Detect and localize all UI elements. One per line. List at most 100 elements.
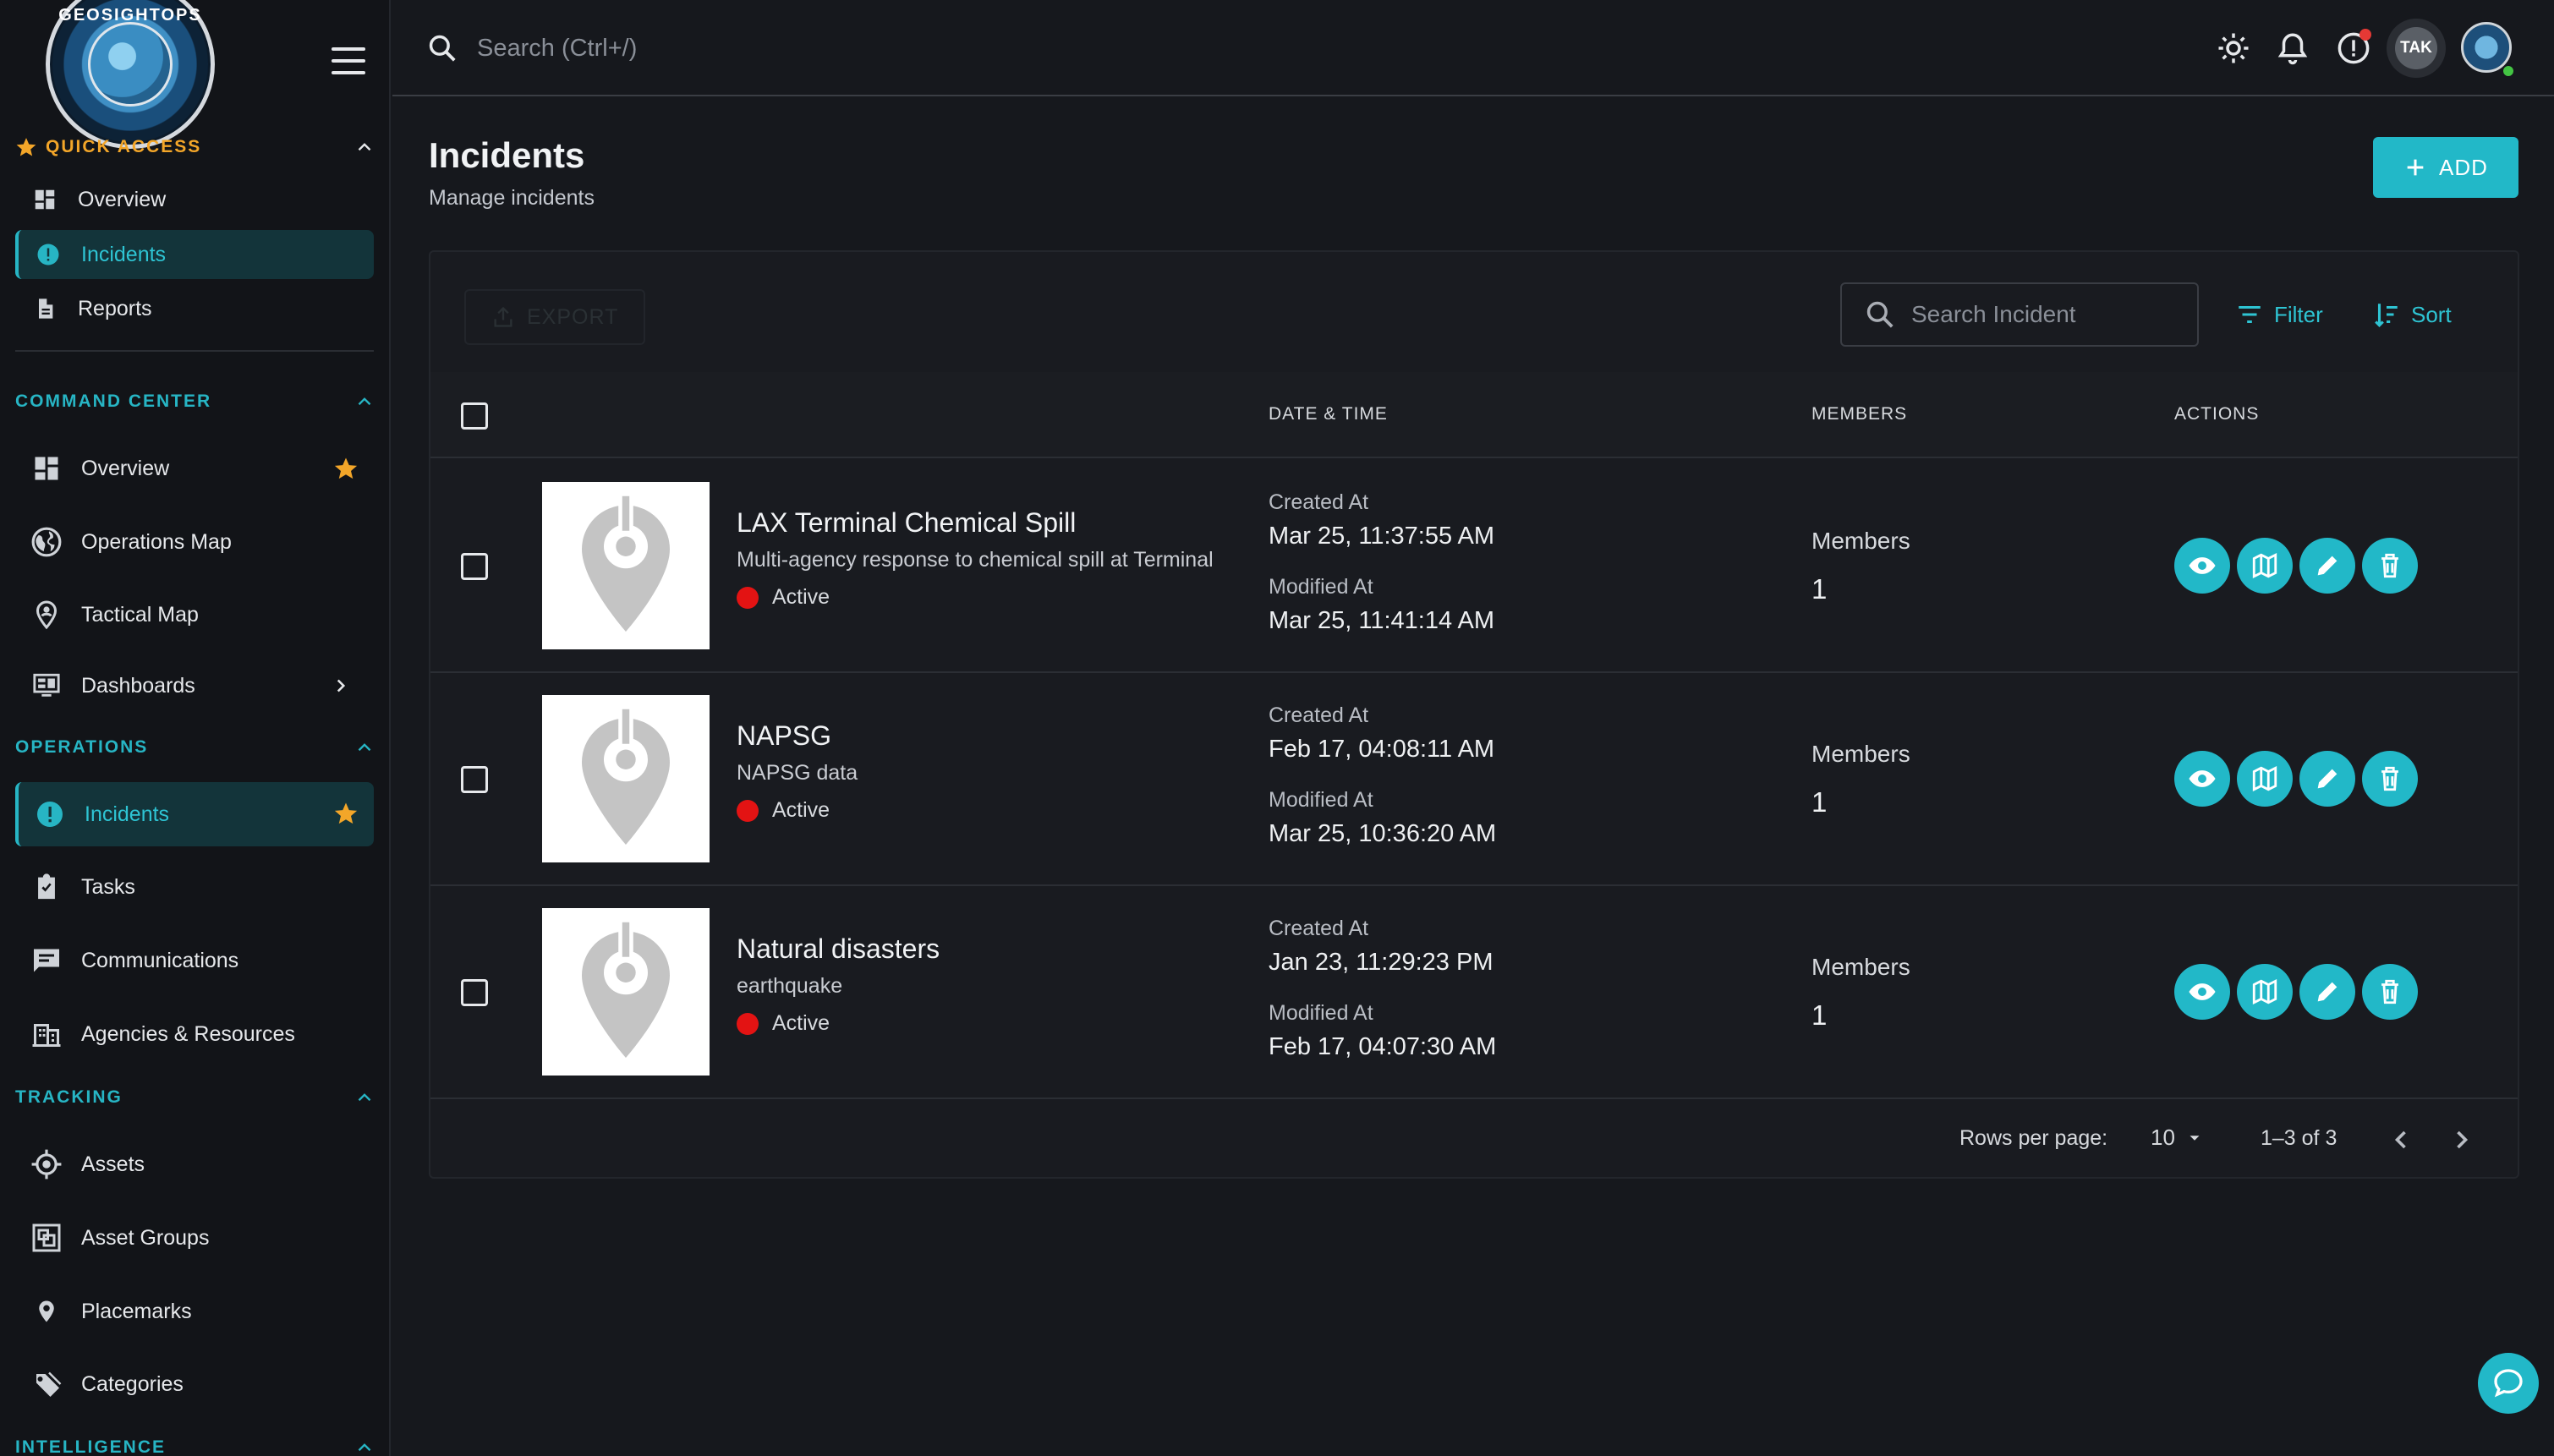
incident-icon bbox=[32, 238, 64, 271]
sidebar-item-assets[interactable]: Assets bbox=[15, 1140, 374, 1189]
delete-button[interactable] bbox=[2362, 751, 2418, 807]
view-button[interactable] bbox=[2174, 538, 2230, 594]
plus-icon bbox=[2407, 159, 2424, 176]
table-row[interactable]: Natural disasters earthquake Active Crea… bbox=[430, 886, 2518, 1099]
section-title: INTELLIGENCE bbox=[15, 1437, 167, 1456]
incident-search-box[interactable] bbox=[1840, 282, 2199, 347]
section-command-center[interactable]: COMMAND CENTER bbox=[15, 386, 375, 417]
previous-page-icon[interactable] bbox=[2386, 1125, 2416, 1155]
section-operations[interactable]: OPERATIONS bbox=[15, 732, 375, 763]
sidebar-item-operations-map[interactable]: Operations Map bbox=[15, 517, 374, 567]
edit-button[interactable] bbox=[2299, 538, 2355, 594]
global-search-input[interactable] bbox=[477, 25, 1069, 71]
row-checkbox[interactable] bbox=[461, 766, 488, 793]
edit-button[interactable] bbox=[2299, 751, 2355, 807]
page-title: Incidents bbox=[429, 135, 585, 175]
section-quick-access[interactable]: QUICK ACCESS bbox=[15, 132, 375, 162]
rows-per-page-value: 10 bbox=[2151, 1125, 2175, 1150]
notifications-bell-icon[interactable] bbox=[2275, 30, 2310, 66]
sidebar-item-tasks[interactable]: Tasks bbox=[15, 862, 374, 911]
filter-button[interactable]: Filter bbox=[2235, 294, 2323, 335]
tag-icon bbox=[29, 1366, 64, 1402]
sidebar-item-dashboards[interactable]: Dashboards bbox=[15, 661, 374, 710]
favorite-star-icon[interactable] bbox=[333, 801, 359, 826]
pencil-icon bbox=[2317, 769, 2338, 789]
sidebar-item-overview[interactable]: Overview bbox=[15, 444, 374, 493]
incident-status: Active bbox=[737, 1011, 830, 1036]
delete-button[interactable] bbox=[2362, 538, 2418, 594]
view-button[interactable] bbox=[2174, 964, 2230, 1020]
modified-value: Mar 25, 10:36:20 AM bbox=[1269, 820, 1497, 847]
app-logo[interactable]: GEOSIGHTOPS bbox=[46, 0, 215, 149]
sidebar-item-categories[interactable]: Categories bbox=[15, 1360, 374, 1409]
incident-search-input[interactable] bbox=[1911, 301, 2182, 328]
sidebar-item-asset-groups[interactable]: Asset Groups bbox=[15, 1213, 374, 1262]
chevron-up-icon[interactable] bbox=[354, 736, 375, 758]
delete-button[interactable] bbox=[2362, 964, 2418, 1020]
members-count: 1 bbox=[1811, 999, 1828, 1031]
status-label: Active bbox=[772, 1011, 830, 1035]
sort-icon bbox=[2375, 304, 2398, 327]
created-label: Created At bbox=[1269, 703, 1369, 727]
section-intelligence[interactable]: INTELLIGENCE bbox=[15, 1432, 375, 1456]
sidebar-item-placemarks[interactable]: Placemarks bbox=[15, 1287, 374, 1336]
trash-icon bbox=[2381, 979, 2398, 1004]
map-icon bbox=[2252, 552, 2277, 579]
incident-title[interactable]: NAPSG bbox=[737, 720, 831, 752]
sidebar-item-tactical-map[interactable]: Tactical Map bbox=[15, 590, 374, 639]
sidebar-item-quick-incidents[interactable]: Incidents bbox=[15, 230, 374, 279]
map-button[interactable] bbox=[2237, 964, 2293, 1020]
incident-title[interactable]: LAX Terminal Chemical Spill bbox=[737, 507, 1076, 539]
incident-description: earthquake bbox=[737, 974, 843, 998]
sidebar-item-label: Tactical Map bbox=[81, 602, 199, 627]
add-button-label: ADD bbox=[2439, 154, 2488, 180]
sidebar-item-label: Incidents bbox=[81, 242, 167, 266]
favorite-star-icon[interactable] bbox=[333, 456, 359, 481]
incident-title[interactable]: Natural disasters bbox=[737, 933, 940, 965]
chat-bubble-icon bbox=[2494, 1369, 2523, 1398]
sort-button[interactable]: Sort bbox=[2372, 294, 2452, 335]
chat-button[interactable] bbox=[2478, 1353, 2539, 1414]
sidebar-item-label: Reports bbox=[78, 296, 152, 320]
edit-button[interactable] bbox=[2299, 964, 2355, 1020]
crosshair-icon bbox=[29, 1147, 64, 1182]
chevron-up-icon[interactable] bbox=[354, 1437, 375, 1456]
chevron-up-icon[interactable] bbox=[354, 136, 375, 158]
export-button[interactable]: EXPORT bbox=[464, 289, 645, 345]
tak-icon[interactable]: TAK bbox=[2387, 19, 2446, 78]
sidebar-item-communications[interactable]: Communications bbox=[15, 936, 374, 985]
status-label: Active bbox=[772, 798, 830, 822]
sidebar-item-agencies-resources[interactable]: Agencies & Resources bbox=[15, 1010, 374, 1059]
sidebar-item-label: Dashboards bbox=[81, 673, 195, 698]
export-label: EXPORT bbox=[527, 304, 619, 329]
map-button[interactable] bbox=[2237, 751, 2293, 807]
eye-icon bbox=[2189, 770, 2216, 787]
chevron-up-icon[interactable] bbox=[354, 391, 375, 413]
row-checkbox[interactable] bbox=[461, 979, 488, 1006]
chevron-up-icon[interactable] bbox=[354, 1087, 375, 1108]
sidebar-item-label: Overview bbox=[78, 187, 167, 211]
chat-icon bbox=[29, 943, 64, 978]
view-button[interactable] bbox=[2174, 751, 2230, 807]
sidebar-item-incidents[interactable]: Incidents bbox=[15, 782, 374, 846]
section-tracking[interactable]: TRACKING bbox=[15, 1082, 375, 1113]
next-page-icon[interactable] bbox=[2447, 1125, 2477, 1155]
page-range: 1–3 of 3 bbox=[2261, 1126, 2338, 1150]
created-label: Created At bbox=[1269, 917, 1369, 940]
table-row[interactable]: LAX Terminal Chemical Spill Multi-agency… bbox=[430, 460, 2518, 673]
map-button[interactable] bbox=[2237, 538, 2293, 594]
created-label: Created At bbox=[1269, 490, 1369, 514]
theme-toggle-sun-icon[interactable] bbox=[2216, 30, 2251, 66]
filter-label: Filter bbox=[2274, 301, 2323, 327]
add-incident-button[interactable]: ADD bbox=[2373, 137, 2518, 198]
select-all-checkbox[interactable] bbox=[461, 402, 488, 430]
table-row[interactable]: NAPSG NAPSG data Active Created At Feb 1… bbox=[430, 673, 2518, 886]
menu-toggle-icon[interactable] bbox=[332, 47, 365, 74]
sidebar-item-quick-reports[interactable]: Reports bbox=[15, 284, 374, 333]
rows-per-page-select[interactable]: 10 bbox=[2151, 1125, 2204, 1151]
monitor-dashboard-icon bbox=[29, 668, 64, 703]
column-header-actions: ACTIONS bbox=[2174, 404, 2260, 424]
row-checkbox[interactable] bbox=[461, 553, 488, 580]
sidebar-item-quick-overview[interactable]: Overview bbox=[15, 175, 374, 224]
star-icon bbox=[16, 138, 36, 156]
